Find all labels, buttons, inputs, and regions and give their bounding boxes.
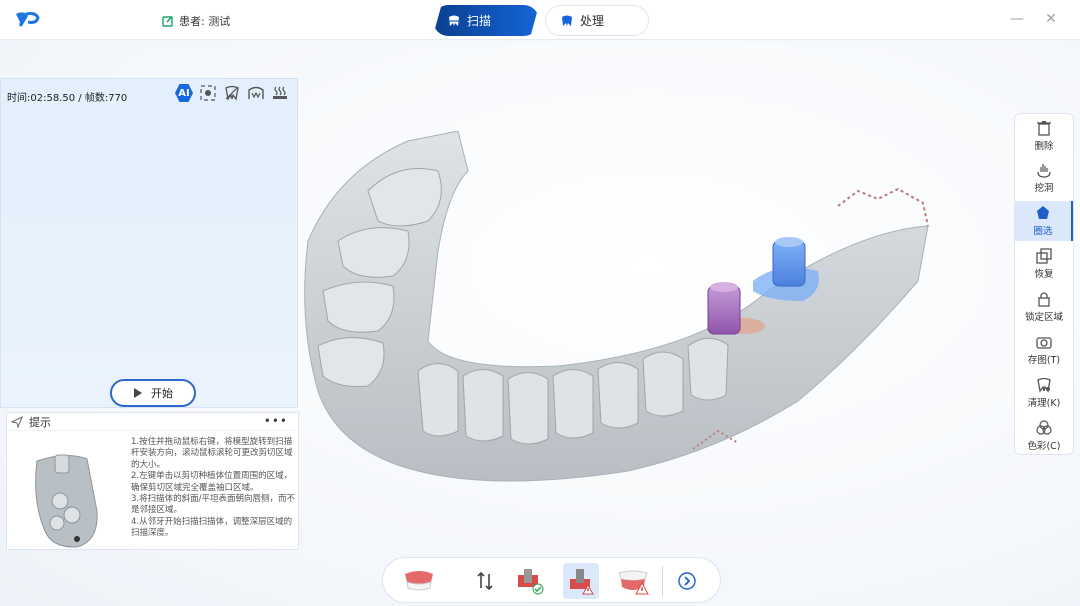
scanbody-illustration [35,454,98,548]
heat-icon[interactable] [271,84,289,102]
bottom-toolbar [382,557,721,603]
tab-process[interactable]: 处理 [545,5,649,36]
tooth-mask-icon[interactable] [223,84,241,102]
color-icon [1036,420,1052,435]
dig-hole-label: 挖洞 [1034,183,1054,194]
clean-tool[interactable]: 清理(K) [1015,373,1073,413]
tips-title: 提示 [29,415,51,429]
tab-scan[interactable]: 扫描 [433,5,539,36]
swap-jaw-icon [477,571,493,591]
play-icon [134,388,142,398]
lock-icon [1038,292,1050,307]
patient-info[interactable]: 患者: 测试 [162,13,230,29]
ai-icon[interactable]: AI [175,84,193,102]
lasso-select-label: 圈选 [1033,226,1053,237]
lower-jaw-button[interactable] [615,563,651,599]
delete-tool[interactable]: 删除 [1015,116,1073,156]
trash-icon [1037,121,1051,136]
save-image-tool[interactable]: 存图(T) [1015,330,1073,370]
dental-arch-model[interactable] [298,131,938,511]
tip-line: 1.按住并拖动鼠标右键，将模型旋转到扫描杆安装方向，滚动鼠标滚轮可更改剪切区域的… [131,437,293,470]
tips-panel: 提示 ••• 1.按住并拖动鼠标右键，将模型旋转到扫描杆安装方向，滚动鼠标滚轮可… [6,412,299,550]
tip-line: 3.将扫描体的斜面/平坦表面朝向唇侧，而不是邻接区域。 [131,494,295,516]
edit-icon [162,15,173,27]
send-icon [11,415,23,428]
focus-icon[interactable] [199,84,217,102]
lock-region-tool[interactable]: 锁定区域 [1015,287,1073,327]
tab-scan-label: 扫描 [467,14,492,28]
tooth-scan-icon [448,15,460,26]
arch-icon[interactable] [247,84,265,102]
scanbody-upper-button[interactable] [511,563,547,599]
color-label: 色彩(C) [1027,441,1061,452]
camera-icon [1036,337,1052,349]
lasso-select-icon [1037,206,1049,219]
restore-icon [1036,248,1052,264]
tips-header: 提示 [7,413,298,431]
scanbody-lower-button[interactable] [563,563,599,599]
minimize-button[interactable]: — [1010,12,1024,26]
delete-label: 删除 [1034,141,1054,152]
scanbody-warning-icon [570,569,594,595]
upper-jaw-button[interactable] [401,563,437,599]
tip-line: 4.从邻牙开始扫描扫描体，调整深层区域的扫描深度。 [131,516,293,539]
swap-jaw-button[interactable] [467,563,503,599]
right-toolbar: 删除 挖洞 圈选 恢复 锁定区域 存图(T) 清理(K) 色彩(C) [1014,113,1074,455]
tip-line: 2.左键单击以剪切种植体位置周围的区域，确保剪切区域完全覆盖袖口区域。 [131,471,293,493]
save-image-label: 存图(T) [1027,355,1061,366]
clean-icon [1037,377,1051,393]
tooth-process-icon [562,15,572,26]
restore-tool[interactable]: 恢复 [1015,244,1073,284]
more-options-button[interactable]: ••• [264,414,288,428]
title-bar: 患者: 测试 扫描 处理 — ✕ [0,0,1080,40]
dig-hole-tool[interactable]: 挖洞 [1015,158,1073,198]
close-button[interactable]: ✕ [1044,12,1058,26]
start-button[interactable]: 开始 [110,379,196,407]
ai-icon-label: AI [178,87,190,99]
clean-label: 清理(K) [1027,398,1061,409]
app-logo [16,12,40,27]
next-button[interactable] [669,563,705,599]
tab-process-label: 处理 [580,14,605,28]
color-tool[interactable]: 色彩(C) [1015,416,1073,456]
upper-jaw-icon [405,571,433,591]
scanbody-checked-icon [518,569,544,595]
tips-text: 1.按住并拖动鼠标右键，将模型旋转到扫描杆安装方向，滚动鼠标滚轮可更改剪切区域的… [131,437,299,540]
patient-label: 患者: 测试 [179,15,231,28]
lock-region-label: 锁定区域 [1024,312,1063,323]
panel-icon-group: AI [175,84,289,102]
lower-jaw-warning-icon [618,570,649,595]
lasso-select-tool[interactable]: 圈选 [1015,201,1073,241]
start-label: 开始 [151,387,173,400]
toolbar-divider [662,566,663,596]
scan-time-info: 时间:02:58.50 / 帧数:770 [7,93,128,104]
scan-info-panel: 时间:02:58.50 / 帧数:770 AI 开始 [0,78,298,408]
restore-label: 恢复 [1034,269,1054,280]
chevron-right-icon [678,572,696,590]
dig-hole-icon [1037,164,1051,178]
